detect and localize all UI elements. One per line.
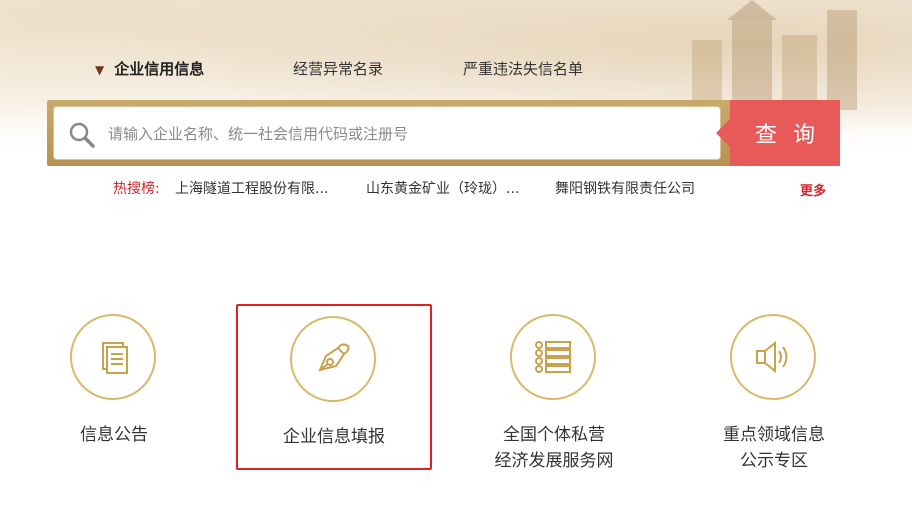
document-icon xyxy=(102,342,128,374)
more-link[interactable]: 更多 xyxy=(800,180,826,199)
hot-search-item[interactable]: 舞阳钢铁有限责任公司 xyxy=(555,178,695,198)
hot-search-item[interactable]: 山东黄金矿业（玲珑）... xyxy=(366,178,519,198)
card-label: 企业信息填报 xyxy=(283,427,385,447)
card-icon-ring xyxy=(290,316,376,402)
tab-serious-violations[interactable]: 严重违法失信名单 xyxy=(463,58,583,79)
tab-abnormal-operations[interactable]: 经营异常名录 xyxy=(293,58,383,79)
search-bar: 查询 xyxy=(47,100,840,166)
list-icon xyxy=(535,341,571,373)
card-enterprise-info-filing[interactable]: 企业信息填报 xyxy=(236,304,432,470)
card-label: 信息公告 xyxy=(80,425,148,445)
card-key-areas-disclosure[interactable]: 重点领域信息 公示专区 xyxy=(676,300,872,471)
speaker-icon xyxy=(756,340,788,374)
search-input[interactable] xyxy=(106,107,710,161)
service-cards: 信息公告 企业信息填报 全国个体私营 经济发展服务网 重点领域信息 公示专区 xyxy=(0,300,912,500)
caret-down-icon: ▼ xyxy=(95,63,105,77)
decorative-building-illustration xyxy=(692,0,857,110)
card-icon-ring xyxy=(70,314,156,400)
card-icon-ring xyxy=(730,314,816,400)
hot-search: 热搜榜: 上海隧道工程股份有限... 山东黄金矿业（玲珑）... 舞阳钢铁有限责… xyxy=(113,178,695,198)
hot-search-label: 热搜榜: xyxy=(113,181,160,197)
card-label: 全国个体私营 经济发展服务网 xyxy=(494,425,614,471)
card-label: 重点领域信息 公示专区 xyxy=(723,425,825,471)
tab-enterprise-credit[interactable]: ▼ 企业信用信息 xyxy=(95,58,204,79)
hot-search-item[interactable]: 上海隧道工程股份有限... xyxy=(175,178,328,198)
search-field xyxy=(53,106,721,161)
card-private-economy-service[interactable]: 全国个体私营 经济发展服务网 xyxy=(456,300,652,471)
search-button[interactable]: 查询 xyxy=(716,100,840,166)
pen-nib-icon xyxy=(318,343,350,372)
card-icon-ring xyxy=(510,314,596,400)
search-icon xyxy=(69,122,95,148)
card-info-announcement[interactable]: 信息公告 xyxy=(16,300,212,470)
